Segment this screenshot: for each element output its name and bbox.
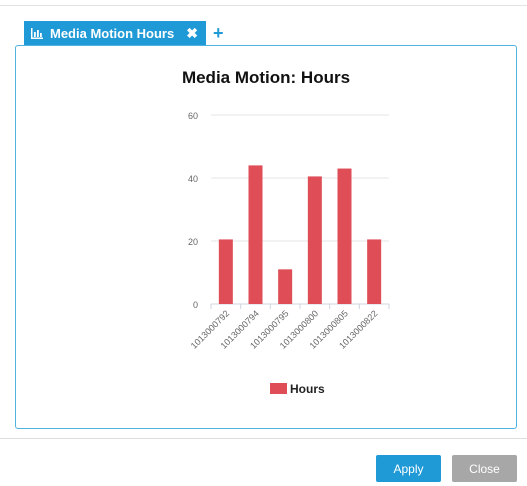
apply-button[interactable]: Apply bbox=[376, 455, 441, 482]
close-button[interactable]: Close bbox=[452, 455, 517, 482]
add-tab-icon[interactable]: + bbox=[213, 24, 224, 42]
close-icon[interactable]: ✖ bbox=[186, 26, 198, 40]
y-tick-label: 40 bbox=[188, 174, 198, 184]
bar[interactable] bbox=[248, 165, 263, 304]
legend-swatch[interactable] bbox=[270, 383, 287, 394]
y-tick-label: 60 bbox=[188, 111, 198, 121]
bar-chart-icon bbox=[31, 27, 43, 39]
bar[interactable] bbox=[307, 176, 322, 304]
footer-divider bbox=[0, 438, 527, 439]
bar[interactable] bbox=[278, 269, 293, 304]
chart-title: Media Motion: Hours bbox=[182, 68, 350, 87]
bar[interactable] bbox=[367, 239, 382, 304]
bar[interactable] bbox=[337, 168, 352, 304]
bar-chart: Media Motion: Hours 0204060 101300079210… bbox=[182, 68, 390, 396]
bar[interactable] bbox=[218, 239, 233, 304]
chart-panel: Media Motion: Hours 0 20 40 60 1013000792 10… bbox=[15, 45, 517, 429]
y-tick-label: 20 bbox=[188, 237, 198, 247]
top-divider bbox=[0, 5, 527, 6]
tab-label: Media Motion Hours bbox=[50, 25, 175, 41]
tab-media-motion-hours[interactable]: Media Motion Hours ✖ bbox=[24, 20, 206, 46]
tab-bar: Media Motion Hours ✖ + bbox=[24, 20, 223, 46]
legend-label[interactable]: Hours bbox=[290, 382, 325, 396]
y-tick-label: 0 bbox=[193, 300, 198, 310]
